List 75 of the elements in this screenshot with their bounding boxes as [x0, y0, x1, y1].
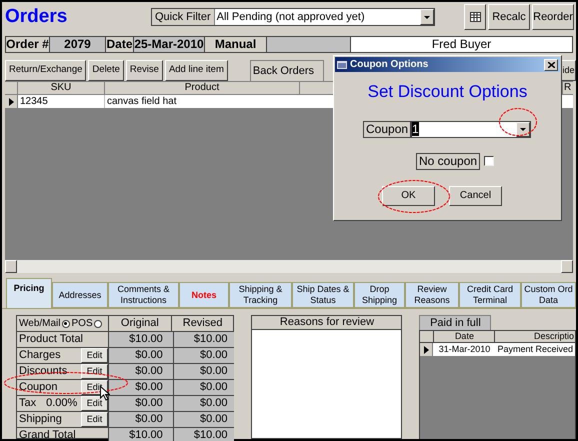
- table-cell-text: Payment Received: [496, 343, 574, 356]
- table-cell-text: canvas field hat: [106, 95, 178, 108]
- quick-filter-value: All Pending (not approved yet): [216, 10, 366, 25]
- row-label: Grand Total: [18, 428, 77, 441]
- grid-icon: [470, 12, 480, 22]
- action-button[interactable]: Revise: [126, 60, 163, 81]
- row-label: Coupon: [18, 380, 59, 395]
- dialog-title: Coupon Options: [350, 58, 428, 71]
- row-label: Tax 0.00%: [18, 396, 78, 411]
- toolbar-button[interactable]: Recalc: [488, 4, 530, 30]
- highlight-ellipse: [498, 107, 538, 137]
- no-coupon-checkbox[interactable]: [484, 156, 494, 166]
- table-cell: $0.00: [109, 396, 174, 411]
- table-cell: $0.00: [174, 396, 234, 411]
- toolbar-button[interactable]: Reorder: [532, 4, 574, 30]
- tab[interactable]: Pricing: [6, 278, 52, 308]
- grid-button[interactable]: [464, 4, 486, 30]
- table-cell: $0.00: [109, 412, 174, 427]
- edit-button[interactable]: Edit: [81, 396, 108, 411]
- column-header: Date: [434, 331, 496, 342]
- tab[interactable]: Credit Card Terminal: [459, 282, 521, 308]
- radio-option[interactable]: Web/Mail: [19, 316, 70, 331]
- table-cell-text: 31-Mar-2010: [438, 343, 492, 356]
- table-cell: $0.00: [174, 412, 234, 427]
- table-cell: $0.00: [109, 364, 174, 379]
- column-header: Original: [109, 316, 172, 331]
- action-button[interactable]: Return/Exchange: [5, 60, 86, 81]
- table-cell: $0.00: [109, 348, 174, 363]
- quick-filter-label: Quick Filter: [152, 9, 215, 25]
- close-icon: [548, 62, 554, 68]
- quick-filter-dropdown[interactable]: Quick Filter All Pending (not approved yet): [151, 8, 435, 26]
- tab[interactable]: Comments & Instructions: [108, 282, 179, 308]
- table-cell: $0.00: [174, 364, 234, 379]
- table-cell: $10.00: [109, 428, 174, 441]
- table-cell: $10.00: [174, 332, 234, 347]
- row-label: Shipping: [18, 412, 63, 427]
- table-cell: $10.00: [174, 428, 234, 441]
- column-header: Descriptio: [532, 331, 575, 342]
- dialog-heading: Set Discount Options: [366, 81, 528, 103]
- current-row-icon: [424, 346, 429, 354]
- customer-name: Fred Buyer: [351, 37, 572, 52]
- column-header: Revised: [182, 316, 224, 331]
- coupon-dropdown[interactable]: 1: [411, 120, 532, 138]
- dialog-button[interactable]: Cancel: [449, 186, 502, 206]
- page-title: Orders: [5, 4, 68, 29]
- table-cell: $10.00: [109, 332, 174, 347]
- table-cell: $0.00: [109, 380, 174, 395]
- tab[interactable]: Custom Ord Data: [521, 282, 576, 308]
- tab[interactable]: Paid in full: [419, 315, 492, 330]
- edit-button[interactable]: Edit: [81, 412, 108, 427]
- dialog-button[interactable]: OK: [382, 186, 435, 206]
- radio-option[interactable]: POS: [72, 316, 102, 331]
- order-date: 25-Mar-2010: [134, 37, 205, 52]
- partial-button[interactable]: ide: [561, 60, 576, 81]
- table-cell: $0.00: [174, 380, 234, 395]
- action-button[interactable]: Delete: [88, 60, 124, 81]
- tab[interactable]: Addresses: [52, 282, 108, 308]
- tab[interactable]: Review Reasons: [405, 282, 459, 308]
- order-number: 2079: [50, 37, 106, 52]
- no-coupon-label: No coupon: [416, 152, 480, 170]
- row-label: Discounts: [18, 364, 68, 379]
- horizontal-scrollbar[interactable]: [5, 260, 573, 273]
- tab[interactable]: Ship Dates & Status: [292, 282, 354, 308]
- column-header: R: [563, 82, 572, 94]
- current-row-icon: [8, 98, 14, 106]
- close-button[interactable]: [544, 58, 558, 70]
- tab[interactable]: Drop Shipping: [354, 282, 405, 308]
- coupon-label: Coupon: [363, 120, 412, 138]
- window-icon: [337, 60, 347, 68]
- row-label: Product Total: [18, 332, 84, 347]
- edit-button[interactable]: Edit: [81, 348, 108, 363]
- tab[interactable]: Shipping & Tracking: [229, 282, 292, 308]
- table-cell: $0.00: [174, 348, 234, 363]
- action-button[interactable]: Add line item: [164, 60, 228, 81]
- row-label: Charges: [18, 348, 62, 363]
